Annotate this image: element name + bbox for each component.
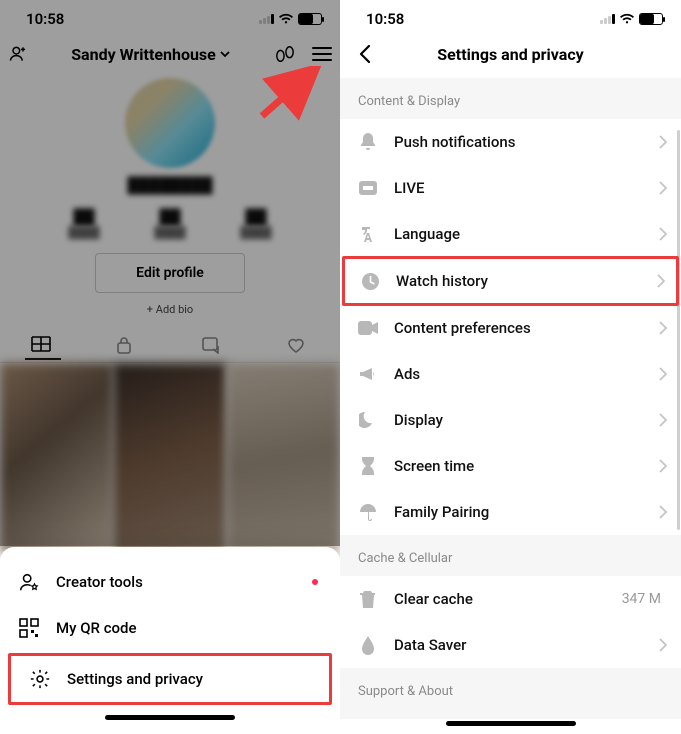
signal-icon bbox=[259, 14, 274, 24]
sheet-qr-code[interactable]: My QR code bbox=[0, 605, 340, 651]
add-bio-button[interactable]: + Add bio bbox=[10, 303, 330, 316]
profile-header: Sandy Writtenhouse bbox=[0, 34, 340, 70]
row-data-saver[interactable]: Data Saver bbox=[340, 622, 681, 668]
moon-icon bbox=[358, 410, 378, 430]
row-content-preferences[interactable]: Content preferences bbox=[340, 305, 681, 351]
row-label: Data Saver bbox=[394, 636, 643, 654]
stat-likes[interactable]: ██████ bbox=[233, 208, 279, 239]
stats-row: ██████ ██████ ██████ bbox=[10, 208, 330, 239]
profile-screen: 10:58 Sandy Writtenhouse ████████ ██████ bbox=[0, 0, 340, 734]
status-icons bbox=[259, 13, 322, 25]
wifi-icon bbox=[278, 13, 294, 25]
chevron-right-icon bbox=[659, 413, 667, 427]
row-label: Screen time bbox=[394, 457, 643, 475]
gear-icon bbox=[29, 668, 51, 690]
chevron-right-icon bbox=[659, 638, 667, 652]
row-label: Family Pairing bbox=[394, 503, 643, 521]
row-label: Clear cache bbox=[394, 590, 606, 608]
tab-grid-icon[interactable] bbox=[31, 336, 55, 356]
chevron-right-icon bbox=[659, 181, 667, 195]
row-clear-cache[interactable]: Clear cache 347 M bbox=[340, 576, 681, 622]
profile-handle: ████████ bbox=[10, 176, 330, 194]
section-header: Cache & Cellular bbox=[340, 535, 681, 576]
signal-icon bbox=[600, 14, 615, 24]
hourglass-icon bbox=[358, 456, 378, 476]
chevron-right-icon bbox=[659, 321, 667, 335]
row-watch-history[interactable]: Watch history bbox=[342, 256, 679, 306]
video-icon bbox=[358, 318, 378, 338]
battery-icon bbox=[639, 13, 663, 25]
umbrella-icon bbox=[358, 502, 378, 522]
sheet-label: Settings and privacy bbox=[67, 670, 203, 688]
add-user-icon[interactable] bbox=[8, 44, 28, 64]
status-icons bbox=[600, 13, 663, 25]
row-live[interactable]: LIVE bbox=[340, 165, 681, 211]
section-header: Content & Display bbox=[340, 78, 681, 119]
person-star-icon bbox=[18, 571, 40, 593]
row-family-pairing[interactable]: Family Pairing bbox=[340, 489, 681, 535]
row-language[interactable]: Language bbox=[340, 211, 681, 257]
sheet-creator-tools[interactable]: Creator tools bbox=[0, 559, 340, 605]
chevron-right-icon bbox=[659, 459, 667, 473]
sheet-label: Creator tools bbox=[56, 573, 143, 591]
avatar[interactable] bbox=[125, 78, 215, 168]
tab-liked-icon[interactable] bbox=[286, 336, 310, 356]
tab-lock-icon[interactable] bbox=[116, 336, 140, 356]
sheet-settings-privacy[interactable]: Settings and privacy bbox=[8, 653, 332, 705]
trash-icon bbox=[358, 589, 378, 609]
profile-name: Sandy Writtenhouse bbox=[71, 45, 216, 64]
row-label: Ads bbox=[394, 365, 643, 383]
bottom-sheet: Creator tools My QR code Settings and pr… bbox=[0, 547, 340, 734]
settings-list: Push notifications LIVE Language Watch h… bbox=[340, 119, 681, 535]
row-label: Language bbox=[394, 225, 643, 243]
status-bar: 10:58 bbox=[0, 0, 340, 34]
row-ads[interactable]: Ads bbox=[340, 351, 681, 397]
chevron-right-icon bbox=[659, 227, 667, 241]
qr-icon bbox=[18, 617, 40, 639]
page-title: Settings and privacy bbox=[340, 45, 681, 64]
row-label: LIVE bbox=[394, 179, 643, 197]
bell-icon bbox=[358, 132, 378, 152]
row-display[interactable]: Display bbox=[340, 397, 681, 443]
notification-dot bbox=[312, 579, 318, 585]
row-label: Watch history bbox=[396, 272, 641, 290]
settings-list: Clear cache 347 M Data Saver bbox=[340, 576, 681, 668]
profile-grid[interactable] bbox=[0, 363, 340, 553]
chevron-right-icon bbox=[659, 135, 667, 149]
home-indicator[interactable] bbox=[105, 715, 235, 720]
megaphone-icon bbox=[358, 364, 378, 384]
status-time: 10:58 bbox=[26, 10, 64, 28]
language-icon bbox=[358, 224, 378, 244]
tab-repost-icon[interactable] bbox=[201, 336, 225, 356]
profile-name-dropdown[interactable]: Sandy Writtenhouse bbox=[71, 45, 231, 64]
chevron-right-icon bbox=[659, 505, 667, 519]
stat-following[interactable]: ██████ bbox=[61, 208, 107, 239]
status-time: 10:58 bbox=[366, 10, 404, 28]
settings-header: Settings and privacy bbox=[340, 34, 681, 78]
live-icon bbox=[358, 178, 378, 198]
profile-body: ████████ ██████ ██████ ██████ Edit profi… bbox=[0, 78, 340, 316]
settings-screen: 10:58 Settings and privacy Content & Dis… bbox=[340, 0, 681, 734]
footprint-icon[interactable] bbox=[274, 44, 296, 64]
status-bar: 10:58 bbox=[340, 0, 681, 34]
drop-icon bbox=[358, 635, 378, 655]
row-push-notifications[interactable]: Push notifications bbox=[340, 119, 681, 165]
row-screen-time[interactable]: Screen time bbox=[340, 443, 681, 489]
chevron-right-icon bbox=[657, 274, 665, 288]
hamburger-menu-icon[interactable] bbox=[312, 47, 332, 61]
chevron-down-icon bbox=[219, 48, 231, 60]
row-label: Display bbox=[394, 411, 643, 429]
home-indicator[interactable] bbox=[446, 721, 576, 726]
chevron-right-icon bbox=[659, 367, 667, 381]
battery-icon bbox=[298, 13, 322, 25]
clock-icon bbox=[360, 271, 380, 291]
row-value: 347 M bbox=[622, 591, 661, 607]
row-label: Content preferences bbox=[394, 319, 643, 337]
wifi-icon bbox=[619, 13, 635, 25]
edit-profile-button[interactable]: Edit profile bbox=[95, 253, 245, 293]
sheet-label: My QR code bbox=[56, 619, 137, 637]
profile-tabs bbox=[0, 330, 340, 363]
stat-followers[interactable]: ██████ bbox=[147, 208, 193, 239]
row-label: Push notifications bbox=[394, 133, 643, 151]
